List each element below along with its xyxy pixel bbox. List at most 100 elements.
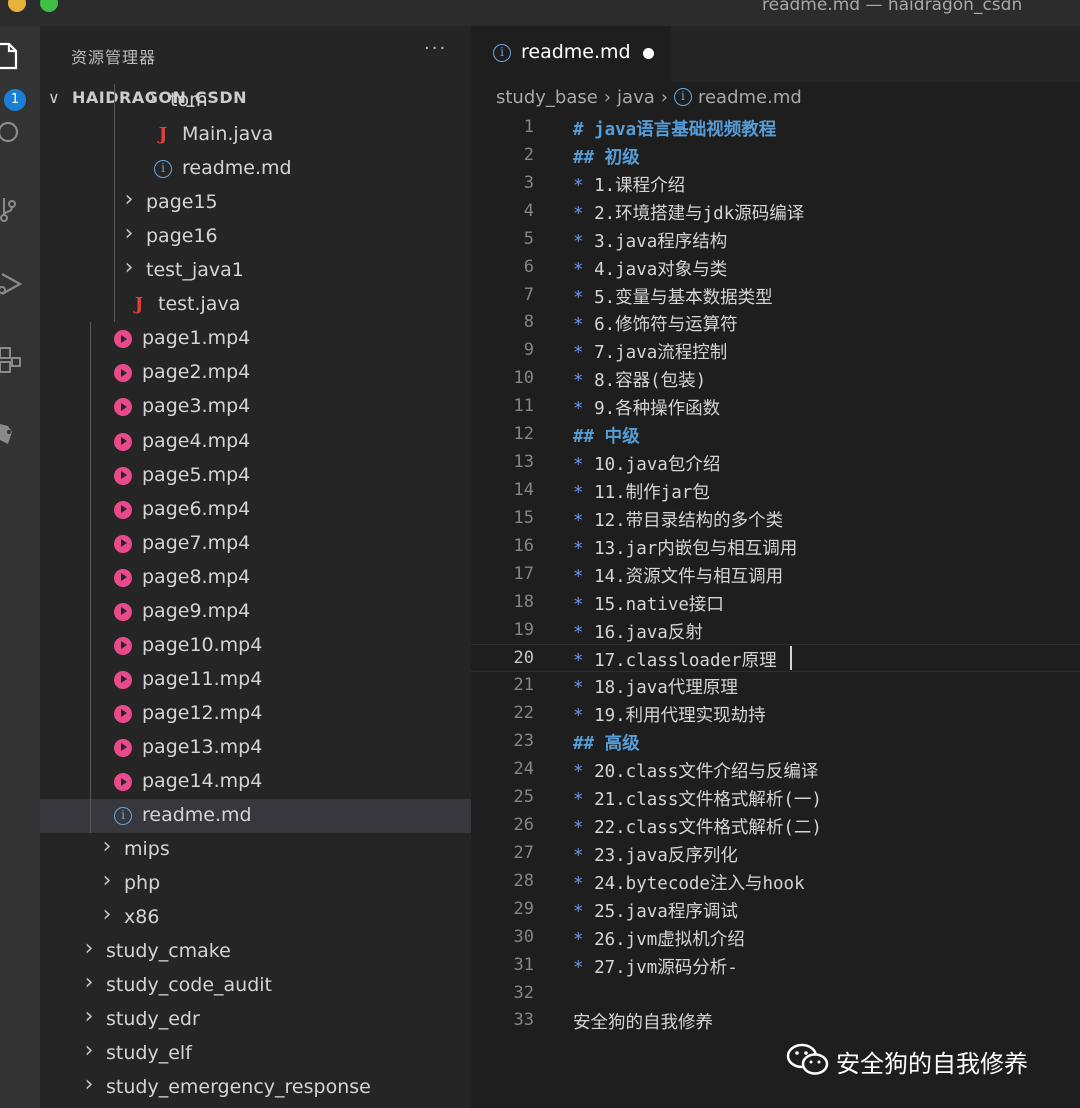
breadcrumb-item[interactable]: java	[617, 87, 655, 108]
code-line[interactable]: 1 # java语言基础视频教程	[471, 114, 1080, 142]
code-line[interactable]: 18 * 15.native接口	[471, 589, 1080, 617]
tree-file[interactable]: page13.mp4	[40, 731, 471, 765]
remote-icon[interactable]	[0, 418, 22, 450]
code-line[interactable]: 29 * 25.java程序调试	[471, 896, 1080, 924]
tree-folder[interactable]: › study_emergency_response	[40, 1071, 471, 1105]
source-control-icon[interactable]	[0, 194, 22, 226]
code-line[interactable]: 3 * 1.课程介绍	[471, 170, 1080, 198]
code-line[interactable]: 25 * 21.class文件格式解析(一)	[471, 784, 1080, 812]
code-line[interactable]: 33 安全狗的自我修养	[471, 1007, 1080, 1035]
tree-file[interactable]: page10.mp4	[40, 629, 471, 663]
tree-file[interactable]: page12.mp4	[40, 697, 471, 731]
code-text: * 5.变量与基本数据类型	[573, 284, 773, 309]
info-icon: i	[673, 88, 692, 106]
code-line[interactable]: 17 * 14.资源文件与相互调用	[471, 561, 1080, 589]
code-line[interactable]: 19 * 16.java反射	[471, 617, 1080, 645]
code-line[interactable]: 5 * 3.java程序结构	[471, 226, 1080, 254]
tree-file[interactable]: i readme.md	[40, 152, 471, 186]
code-line[interactable]: 8 * 6.修饰符与运算符	[471, 309, 1080, 337]
tree-folder[interactable]: › study_elf	[40, 1037, 471, 1071]
tree-folder[interactable]: › php	[40, 867, 471, 901]
code-line[interactable]: 31 * 27.jvm源码分析-	[471, 952, 1080, 980]
code-line[interactable]: 12 ## 中级	[471, 421, 1080, 449]
zoom-button[interactable]	[40, 0, 58, 12]
code-line[interactable]: 10 * 8.容器(包装)	[471, 365, 1080, 393]
run-debug-icon[interactable]	[0, 268, 22, 300]
code-line[interactable]: 24 * 20.class文件介绍与反编译	[471, 756, 1080, 784]
tree-file[interactable]: page7.mp4	[40, 527, 471, 561]
tree-folder[interactable]: › mips	[40, 833, 471, 867]
code-line[interactable]: 9 * 7.java流程控制	[471, 337, 1080, 365]
code-line[interactable]: 30 * 26.jvm虚拟机介绍	[471, 924, 1080, 952]
tree-item-label: page4.mp4	[142, 429, 251, 452]
tree-folder[interactable]: › page16	[40, 220, 471, 254]
code-line[interactable]: 2 ## 初级	[471, 142, 1080, 170]
tree-file[interactable]: page8.mp4	[40, 561, 471, 595]
tab-readme[interactable]: i readme.md	[471, 26, 671, 82]
code-line[interactable]: 27 * 23.java反序列化	[471, 840, 1080, 868]
tree-folder[interactable]: › x86	[40, 901, 471, 935]
tree-folder[interactable]: › page15	[40, 186, 471, 220]
code-line[interactable]: 28 * 24.bytecode注入与hook	[471, 868, 1080, 896]
files-icon[interactable]	[0, 40, 22, 72]
code-line[interactable]: 23 ## 高级	[471, 728, 1080, 756]
tree-file[interactable]: page2.mp4	[40, 356, 471, 390]
breadcrumb-item[interactable]: readme.md	[698, 87, 802, 108]
code-line[interactable]: 16 * 13.jar内嵌包与相互调用	[471, 533, 1080, 561]
line-number: 31	[513, 954, 534, 975]
tree-folder[interactable]: › tom	[40, 84, 471, 118]
tree-folder[interactable]: › study_cmake	[40, 935, 471, 969]
line-text: 26.jvm虚拟机介绍	[594, 929, 745, 950]
media-file-icon	[114, 636, 132, 655]
extensions-icon[interactable]	[0, 344, 22, 376]
code-line[interactable]: 6 * 4.java对象与类	[471, 254, 1080, 282]
tree-file[interactable]: i readme.md	[40, 799, 471, 834]
code-line[interactable]: 21 * 18.java代理原理	[471, 672, 1080, 700]
tree-file[interactable]: J Main.java	[40, 118, 471, 152]
code-text: * 14.资源文件与相互调用	[573, 563, 783, 588]
code-line[interactable]: 26 * 22.class文件格式解析(二)	[471, 812, 1080, 840]
code-line[interactable]: 15 * 12.带目录结构的多个类	[471, 505, 1080, 533]
unsaved-dot-icon[interactable]	[643, 48, 654, 59]
tree-file[interactable]: page11.mp4	[40, 663, 471, 697]
tree-item-label: page2.mp4	[142, 361, 251, 384]
line-text: 16.java反射	[594, 622, 703, 643]
tree-folder[interactable]: › study_code_audit	[40, 969, 471, 1003]
tree-file[interactable]: page5.mp4	[40, 459, 471, 493]
tree-file[interactable]: page4.mp4	[40, 425, 471, 459]
code-line[interactable]: 14 * 11.制作jar包	[471, 477, 1080, 505]
code-line[interactable]: 22 * 19.利用代理实现劫持	[471, 700, 1080, 728]
tree-file[interactable]: page3.mp4	[40, 390, 471, 424]
tree-folder[interactable]: › test_java1	[40, 254, 471, 288]
bullet-marker: *	[573, 957, 595, 978]
bullet-marker: *	[573, 231, 595, 252]
tree-file[interactable]: page14.mp4	[40, 765, 471, 799]
tree-file[interactable]: page9.mp4	[40, 595, 471, 629]
line-number: 19	[513, 619, 534, 640]
line-text: 22.class文件格式解析(二)	[594, 818, 822, 838]
code-line[interactable]: 4 * 2.环境搭建与jdk源码编译	[471, 198, 1080, 226]
code-line[interactable]: 13 * 10.java包介绍	[471, 449, 1080, 477]
tree-folder[interactable]: › study_edr	[40, 1003, 471, 1037]
code-line[interactable]: 7 * 5.变量与基本数据类型	[471, 282, 1080, 310]
tree-file[interactable]: page1.mp4	[40, 322, 471, 356]
tree-file[interactable]: Jtest.java	[40, 288, 471, 322]
code-line[interactable]: 11 * 9.各种操作函数	[471, 393, 1080, 421]
bullet-marker: *	[573, 651, 595, 672]
bullet-marker: *	[573, 929, 595, 950]
java-file-icon: J	[134, 294, 144, 316]
line-text: 14.资源文件与相互调用	[594, 566, 784, 587]
line-text: 6.修饰符与运算符	[594, 315, 738, 336]
code-text: * 15.native接口	[573, 591, 724, 616]
breadcrumb-item[interactable]: study_base	[496, 87, 598, 108]
code-line[interactable]: 32	[471, 980, 1080, 1008]
search-icon[interactable]	[0, 116, 22, 148]
code-line[interactable]: 20 * 17.classloader原理	[471, 644, 1080, 673]
line-text: 19.利用代理实现劫持	[594, 706, 766, 727]
tree-item-label: mips	[124, 838, 170, 861]
code-text: * 6.修饰符与运算符	[573, 311, 738, 336]
media-file-icon	[114, 568, 132, 587]
more-actions-icon[interactable]: ···	[424, 38, 447, 59]
minimize-button[interactable]	[8, 0, 26, 12]
tree-file[interactable]: page6.mp4	[40, 493, 471, 527]
